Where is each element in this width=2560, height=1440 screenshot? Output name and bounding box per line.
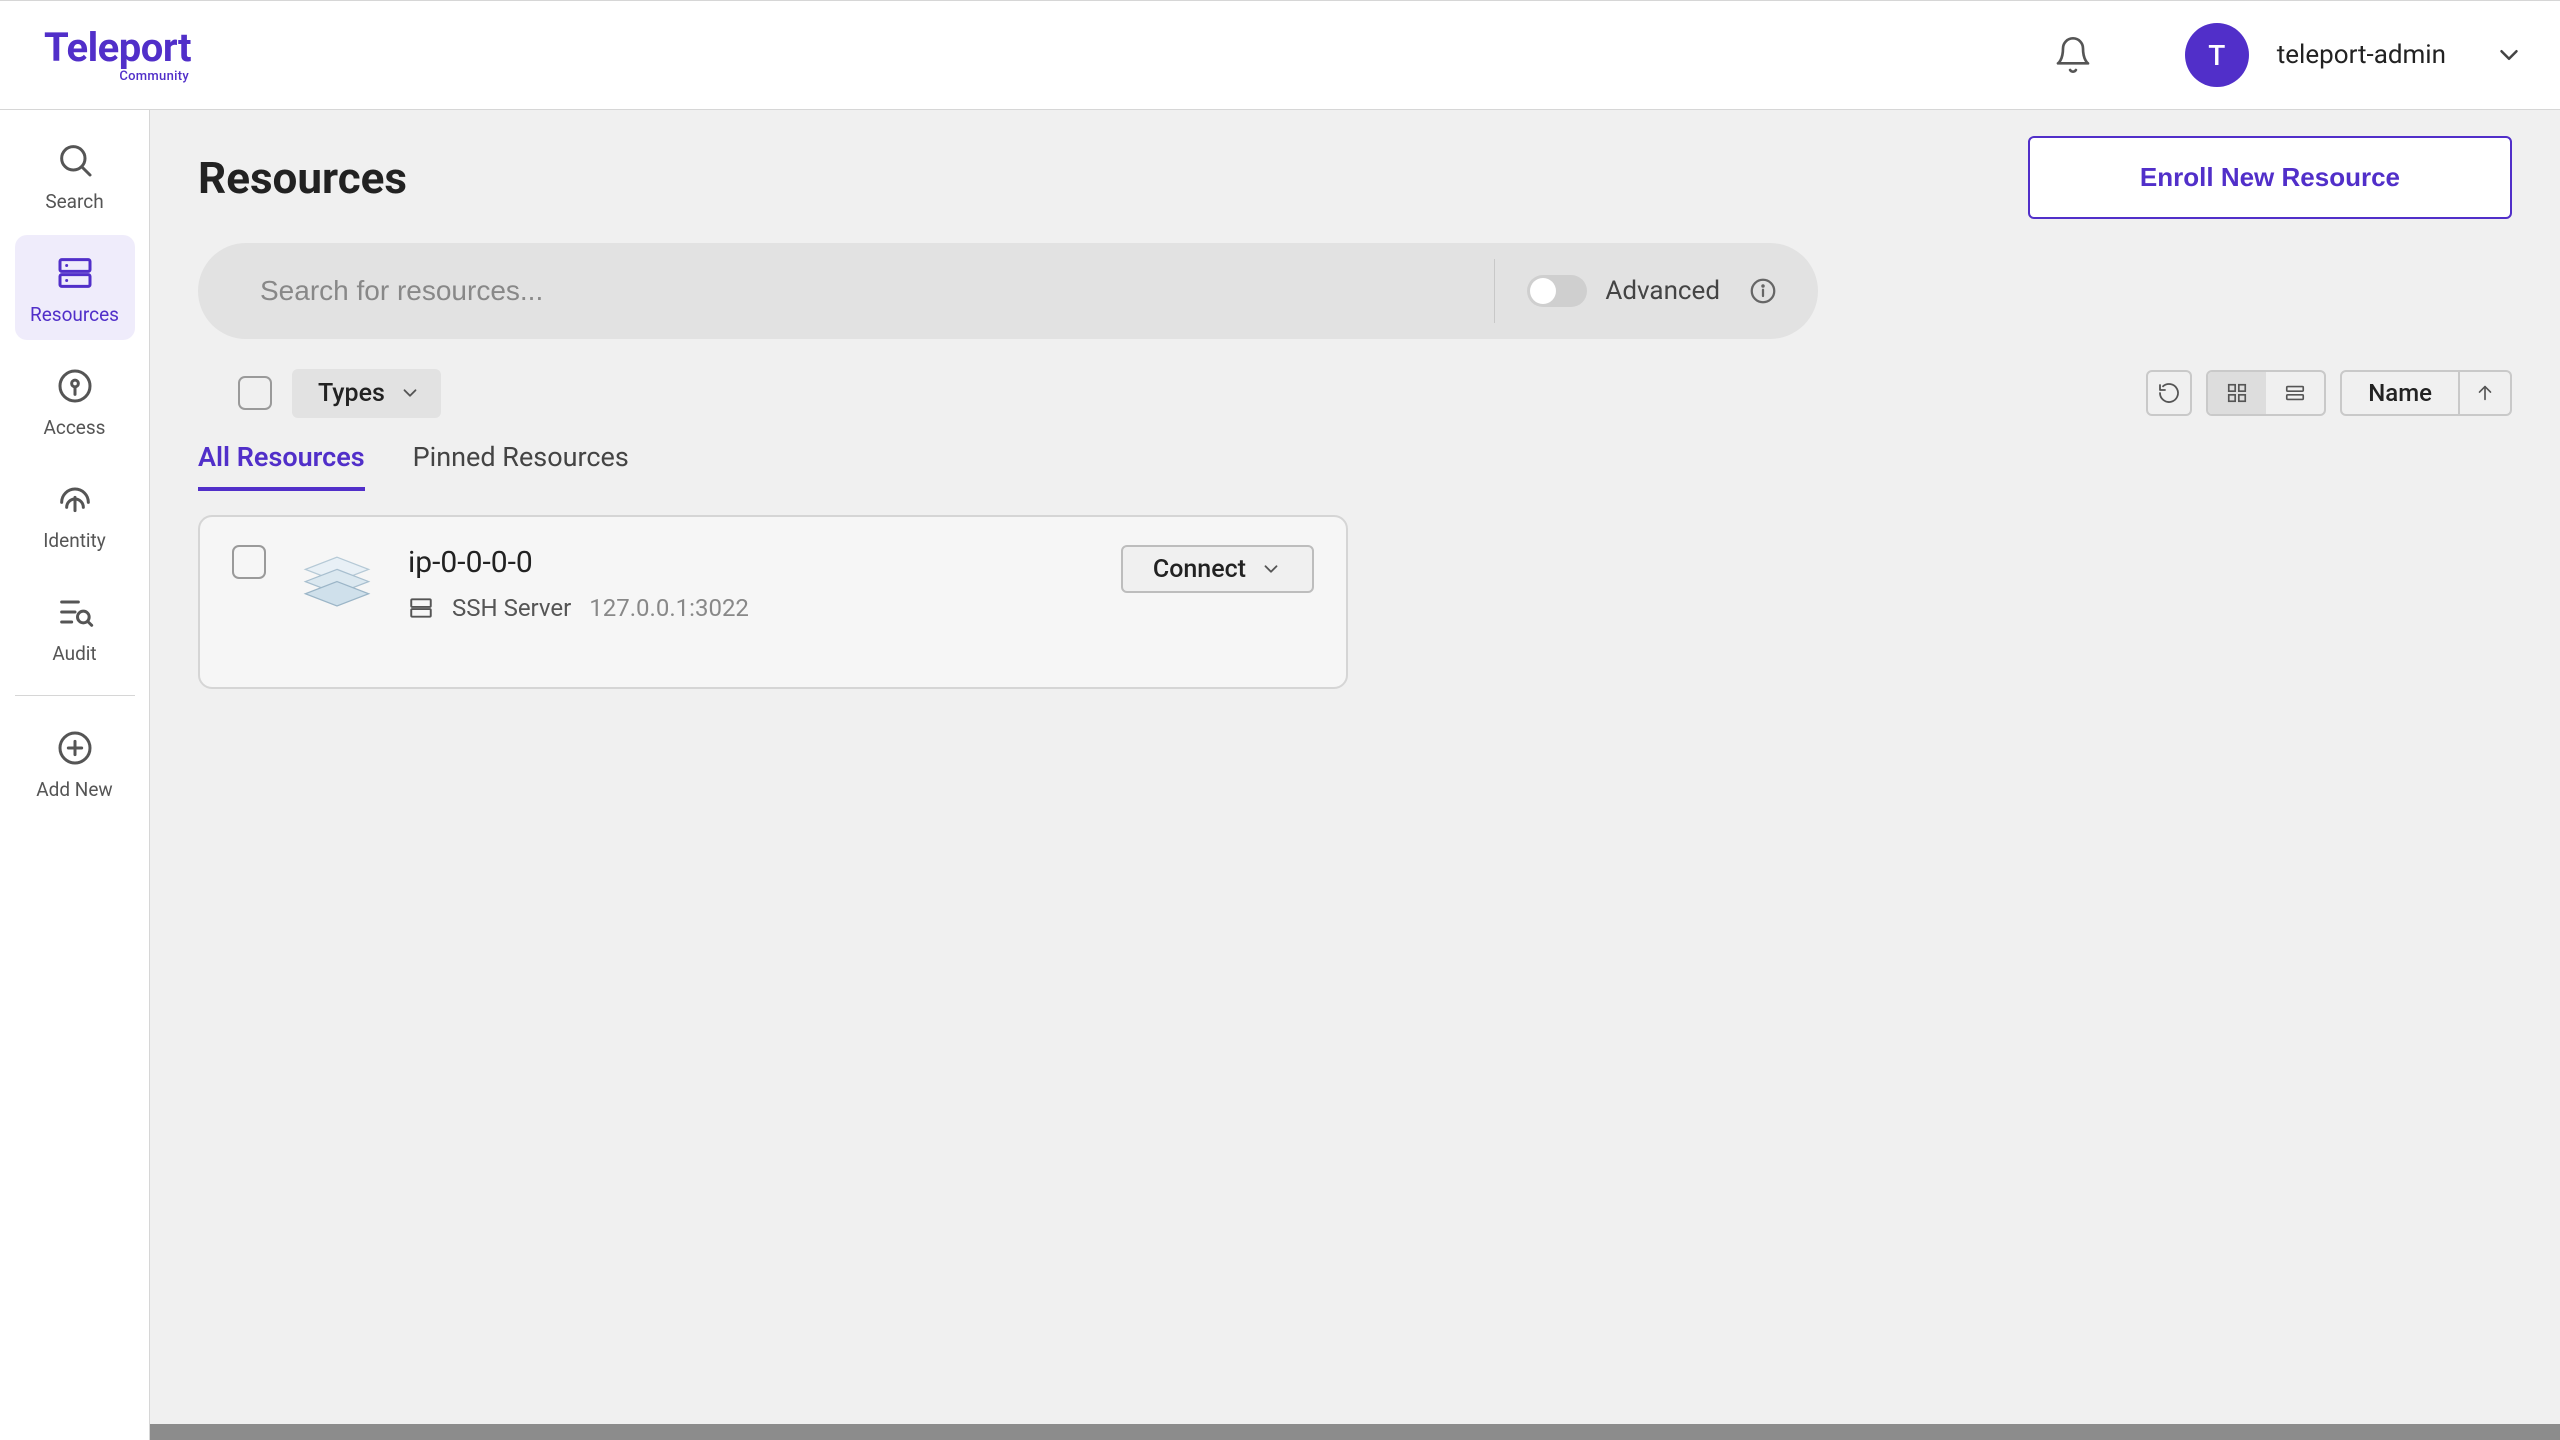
avatar: T xyxy=(2185,23,2249,87)
chevron-down-icon xyxy=(2494,40,2524,70)
main-content: Resources Enroll New Resource Advanced T… xyxy=(150,110,2560,1440)
sidebar: Search Resources Access xyxy=(0,110,150,1440)
lock-icon xyxy=(55,366,95,406)
resource-name: ip-0-0-0-0 xyxy=(408,545,1121,580)
connect-button[interactable]: Connect xyxy=(1121,545,1314,593)
logo-edition: Community xyxy=(119,70,191,83)
arrow-up-icon xyxy=(2474,382,2496,404)
grid-view-button[interactable] xyxy=(2208,372,2266,414)
footer-bar xyxy=(150,1424,2560,1440)
sort-field-button[interactable]: Name xyxy=(2342,372,2458,414)
sidebar-item-add-new[interactable]: Add New xyxy=(15,710,135,815)
refresh-icon xyxy=(2157,381,2181,405)
sidebar-item-label: Resources xyxy=(30,303,119,326)
select-all-checkbox[interactable] xyxy=(238,376,272,410)
list-view-button[interactable] xyxy=(2266,372,2324,414)
sort-direction-button[interactable] xyxy=(2458,372,2510,414)
resource-kind: SSH Server xyxy=(452,594,571,622)
advanced-search-label: Advanced xyxy=(1605,276,1720,306)
sidebar-item-label: Access xyxy=(44,416,106,439)
types-filter-label: Types xyxy=(318,379,385,408)
user-menu[interactable]: T teleport-admin xyxy=(2185,23,2524,87)
sidebar-item-resources[interactable]: Resources xyxy=(15,235,135,340)
resource-address: 127.0.0.1:3022 xyxy=(589,594,749,622)
chevron-down-icon xyxy=(1260,558,1282,580)
refresh-button[interactable] xyxy=(2146,370,2192,416)
info-icon[interactable] xyxy=(1748,276,1778,306)
search-icon xyxy=(55,140,95,180)
resource-search-input[interactable] xyxy=(258,274,1462,308)
bell-icon xyxy=(2053,35,2093,75)
view-mode-group xyxy=(2206,370,2326,416)
sidebar-item-identity[interactable]: Identity xyxy=(15,461,135,566)
resource-search-bar: Advanced xyxy=(198,243,1818,339)
list-icon xyxy=(2284,382,2306,404)
sidebar-item-label: Search xyxy=(45,190,103,213)
avatar-initial: T xyxy=(2208,39,2225,72)
search-separator xyxy=(1494,259,1495,323)
grid-icon xyxy=(2226,382,2248,404)
connect-button-label: Connect xyxy=(1153,555,1246,584)
server-icon xyxy=(55,253,95,293)
chevron-down-icon xyxy=(399,382,421,404)
top-bar: Teleport Community T teleport-admin xyxy=(0,0,2560,110)
sidebar-item-access[interactable]: Access xyxy=(15,348,135,453)
page-title: Resources xyxy=(198,152,407,204)
fingerprint-icon xyxy=(55,479,95,519)
sidebar-item-audit[interactable]: Audit xyxy=(15,574,135,679)
resource-checkbox[interactable] xyxy=(232,545,266,579)
list-search-icon xyxy=(55,592,95,632)
types-filter-button[interactable]: Types xyxy=(292,369,441,418)
sidebar-item-label: Add New xyxy=(36,778,112,801)
tab-pinned-resources[interactable]: Pinned Resources xyxy=(413,441,629,491)
sidebar-divider xyxy=(15,695,135,696)
server-stack-icon xyxy=(298,545,376,623)
sidebar-item-label: Identity xyxy=(43,529,106,552)
advanced-search-toggle[interactable] xyxy=(1527,275,1587,307)
plus-circle-icon xyxy=(55,728,95,768)
sort-group: Name xyxy=(2340,370,2512,416)
logo[interactable]: Teleport Community xyxy=(44,28,191,83)
tab-all-resources[interactable]: All Resources xyxy=(198,441,365,491)
enroll-new-resource-button[interactable]: Enroll New Resource xyxy=(2028,136,2512,219)
notifications-button[interactable] xyxy=(2049,31,2097,79)
sidebar-item-search[interactable]: Search xyxy=(15,122,135,227)
logo-text: Teleport xyxy=(44,28,191,68)
username: teleport-admin xyxy=(2277,40,2446,70)
sidebar-item-label: Audit xyxy=(52,642,96,665)
resource-card[interactable]: ip-0-0-0-0 SSH Server 127.0.0.1:3022 Con… xyxy=(198,515,1348,689)
resource-tabs: All Resources Pinned Resources xyxy=(198,441,2512,491)
server-small-icon xyxy=(408,595,434,621)
